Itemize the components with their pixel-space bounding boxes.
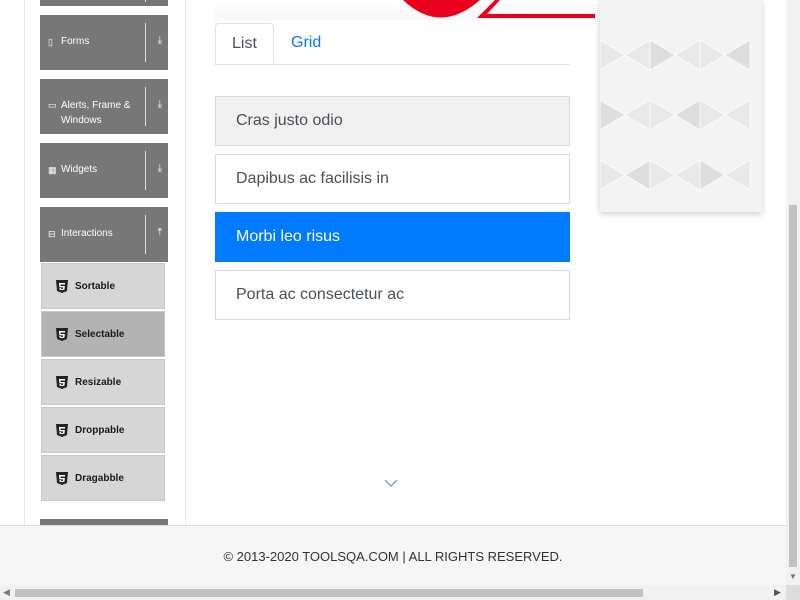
sidebar-group-widgets[interactable]: ▦ Widgets ⤓ [40,143,168,198]
list-item[interactable]: Morbi leo risus [215,212,570,262]
sidebar-group-label: Interactions [61,228,113,239]
advertisement-panel[interactable] [600,0,762,212]
vertical-scroll-thumb[interactable] [789,205,797,567]
banner-graphic [403,0,595,18]
sidebar-item-label: Selectable [75,329,125,340]
html5-icon [56,376,68,389]
download-arrow-icon[interactable]: ⤓ [158,99,162,110]
group-divider [145,0,146,2]
sidebar-group-forms[interactable]: ▯ Forms ⤓ [40,15,168,70]
group-divider [145,215,146,254]
chevron-down-icon[interactable] [384,476,398,490]
group-divider [145,23,146,62]
horizontal-scrollbar[interactable]: ◀ ▶ [0,585,786,600]
html5-icon [56,328,68,341]
sidebar-group-interactions[interactable]: ⊟ Interactions ⤒ [40,207,168,262]
window-icon: ▭ [48,100,57,110]
download-arrow-icon[interactable]: ⤓ [158,35,162,46]
tab-grid[interactable]: Grid [275,23,337,63]
sidebar-group-label: Alerts, Frame & Windows [61,100,131,126]
sidebar-item-label: Dragabble [75,473,124,484]
list-item[interactable]: Porta ac consectetur ac [215,270,570,320]
scroll-right-arrow-icon[interactable]: ▶ [774,587,781,598]
banner-image [215,0,595,20]
list-item[interactable]: Dapibus ac facilisis in [215,154,570,204]
horizontal-scroll-thumb[interactable] [15,589,643,597]
grid-icon: ▦ [48,165,57,175]
scroll-down-arrow-icon[interactable]: ▼ [789,572,797,581]
sidebar-group-alerts[interactable]: ▭ Alerts, Frame & Windows ⤓ [40,79,168,134]
tab-bar: List Grid [215,23,570,65]
sidebar-item-dragabble[interactable]: Dragabble [41,455,165,501]
sidebar-item-droppable[interactable]: Droppable [41,407,165,453]
html5-icon [56,472,68,485]
upload-arrow-icon[interactable]: ⤒ [158,227,162,238]
group-divider [145,151,146,190]
sidebar-item-selectable[interactable]: Selectable [41,311,165,357]
html5-icon [56,280,68,293]
sidebar-item-label: Sortable [75,281,116,292]
copyright-text: © 2013-2020 TOOLSQA.COM | ALL RIGHTS RES… [223,549,563,564]
left-sidebar: ▯ Forms ⤓ ▭ Alerts, Frame & Windows ⤓ ▦ … [24,0,186,525]
sidebar-group-label: Widgets [61,164,98,175]
vertical-scrollbar[interactable]: ▼ [786,0,800,585]
sidebar-item-sortable[interactable]: Sortable [41,263,165,309]
sidebar-item-label: Droppable [75,425,125,436]
document-icon: ▯ [48,37,53,47]
sidebar-item-resizable[interactable]: Resizable [41,359,165,405]
page-footer: © 2013-2020 TOOLSQA.COM | ALL RIGHTS RES… [0,525,786,586]
tab-list[interactable]: List [215,23,274,64]
download-arrow-icon[interactable]: ⤓ [158,163,162,174]
sidebar-item-label: Resizable [75,377,122,388]
ad-pattern [600,39,751,191]
minus-square-icon: ⊟ [48,229,56,239]
group-divider [145,87,146,126]
list-item[interactable]: Cras justo odio [215,96,570,146]
scrollbar-corner [786,585,800,600]
scroll-left-arrow-icon[interactable]: ◀ [3,587,10,598]
html5-icon [56,424,68,437]
sidebar-group-elements[interactable] [40,0,168,6]
sidebar-group-label: Forms [61,36,90,47]
